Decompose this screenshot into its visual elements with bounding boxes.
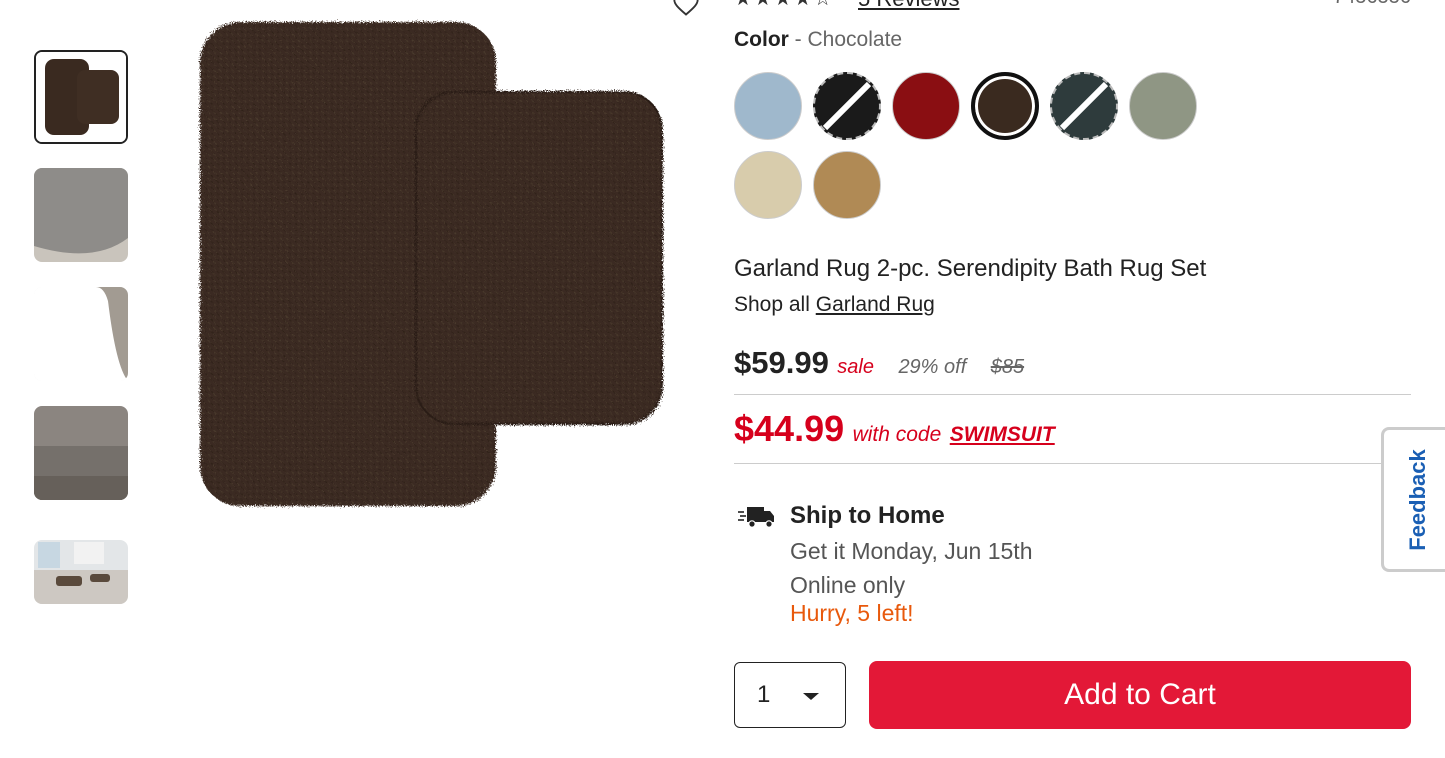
swatch-black[interactable] [813,72,881,140]
swatch-red[interactable] [892,72,960,140]
thumbnail-3[interactable] [34,287,128,381]
reviews-link[interactable]: 5 Reviews [858,0,959,12]
brand-link[interactable]: Garland Rug [816,293,935,316]
main-product-image [190,16,670,511]
heart-icon[interactable] [672,0,700,18]
swatch-camel[interactable] [813,151,881,219]
feedback-label: Feedback [1404,448,1430,551]
price-divider [734,394,1411,395]
swatch-light-blue[interactable] [734,72,802,140]
thumbnail-2[interactable] [34,168,128,262]
ship-to-home-title: Ship to Home [790,502,945,529]
thumbnail-4[interactable] [34,406,128,500]
quantity-value: 1 [757,681,771,708]
promo-price: $44.99 [734,408,845,449]
promo-text: with code [852,423,942,446]
color-label: Color [734,28,789,51]
ship-date: Get it Monday, Jun 15th [790,538,1033,564]
discount-label: 29% off [898,356,967,378]
thumbnail-1[interactable] [34,50,128,144]
swatch-chocolate[interactable] [971,72,1039,140]
shop-all-row: Shop all Garland Rug [734,293,935,317]
original-price: $85 [990,356,1025,378]
color-separator: - [794,28,802,51]
stock-warning: Hurry, 5 left! [790,600,914,626]
promo-row: $44.99 with code SWIMSUIT [734,408,1055,450]
product-sku: 7456556 [1333,0,1411,9]
truck-icon [738,504,776,530]
shop-all-prefix: Shop all [734,293,810,316]
swatch-dark-teal[interactable] [1050,72,1118,140]
caret-down-icon [803,693,819,700]
add-to-cart-button[interactable]: Add to Cart [869,661,1411,729]
price-row: $59.99 sale 29% off $85 [734,345,1024,381]
promo-divider [734,463,1411,464]
color-label-row: Color - Chocolate [734,28,902,52]
star-icon: ★★★★☆ [734,0,834,11]
swatch-linen[interactable] [734,151,802,219]
sale-price: $59.99 [734,345,829,380]
promo-code-link[interactable]: SWIMSUIT [950,423,1055,446]
color-value: Chocolate [807,28,903,51]
feedback-tab[interactable]: Feedback [1381,427,1445,572]
quantity-select[interactable]: 1 [734,662,846,728]
thumbnail-5[interactable] [34,540,128,604]
ship-availability: Online only [790,572,906,598]
sale-label: sale [837,356,874,378]
product-title: Garland Rug 2-pc. Serendipity Bath Rug S… [734,255,1207,282]
swatch-sage[interactable] [1129,72,1197,140]
